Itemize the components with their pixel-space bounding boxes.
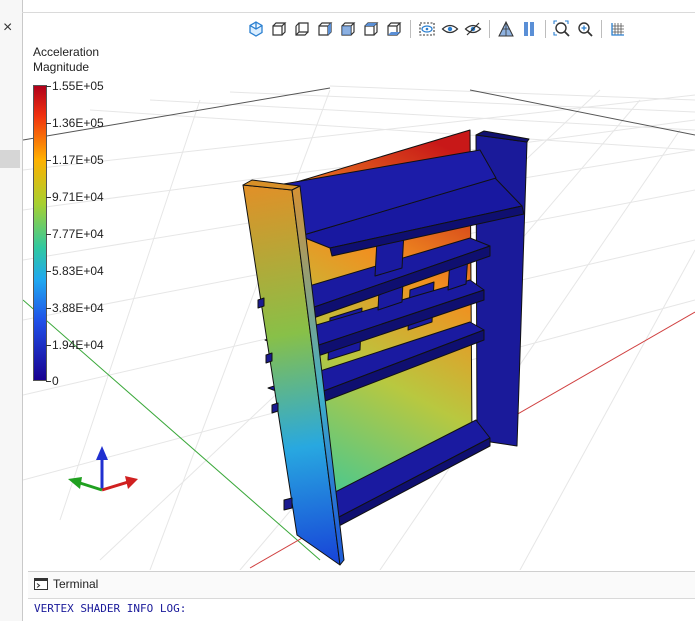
view-toolbar — [246, 18, 628, 40]
view-bottom-icon[interactable] — [384, 19, 404, 39]
selected-row[interactable] — [0, 150, 20, 168]
3d-scene — [23, 85, 695, 570]
legend-tick: 3.88E+04 — [46, 301, 104, 315]
terminal-log-line: VERTEX SHADER INFO LOG: — [34, 602, 187, 615]
zoom-in-icon[interactable] — [575, 19, 595, 39]
terminal-header[interactable]: Terminal — [28, 572, 695, 599]
legend-tick: 1.94E+04 — [46, 338, 104, 352]
terminal-title: Terminal — [53, 577, 99, 591]
view-top-icon[interactable] — [361, 19, 381, 39]
left-panel-strip: × — [0, 0, 23, 621]
view-front-icon[interactable] — [269, 19, 289, 39]
close-icon[interactable]: × — [3, 20, 12, 36]
toolbar-separator — [545, 20, 546, 38]
legend-title: Acceleration Magnitude — [33, 45, 99, 75]
axis-triad — [68, 446, 138, 492]
toolbar-separator — [489, 20, 490, 38]
terminal-panel: Terminal VERTEX SHADER INFO LOG: — [28, 571, 695, 622]
view-iso-icon[interactable] — [246, 19, 266, 39]
grid-icon[interactable] — [608, 19, 628, 39]
eye-hidden-icon[interactable] — [463, 19, 483, 39]
legend-tick: 1.55E+05 — [46, 79, 104, 93]
legend-title-line2: Magnitude — [33, 60, 90, 74]
legend-color-bar — [33, 85, 47, 381]
bookshelf-model — [242, 129, 530, 566]
legend-tick: 7.77E+04 — [46, 227, 104, 241]
legend-tick: 1.17E+05 — [46, 153, 104, 167]
section-icon[interactable] — [519, 19, 539, 39]
legend-tick: 9.71E+04 — [46, 190, 104, 204]
mesh-icon[interactable] — [496, 19, 516, 39]
view-right-icon[interactable] — [338, 19, 358, 39]
show-hide-icon[interactable] — [417, 19, 437, 39]
toolbar-separator — [601, 20, 602, 38]
legend-tick: 1.36E+05 — [46, 116, 104, 130]
legend-tick: 5.83E+04 — [46, 264, 104, 278]
legend-tick: 0 — [46, 374, 59, 388]
view-left-icon[interactable] — [315, 19, 335, 39]
view-back-icon[interactable] — [292, 19, 312, 39]
legend-title-line1: Acceleration — [33, 45, 100, 59]
eye-icon[interactable] — [440, 19, 460, 39]
zoom-fit-icon[interactable] — [552, 19, 572, 39]
3d-viewport[interactable] — [23, 40, 695, 570]
top-divider — [22, 12, 695, 13]
terminal-icon — [34, 578, 48, 590]
toolbar-separator — [410, 20, 411, 38]
